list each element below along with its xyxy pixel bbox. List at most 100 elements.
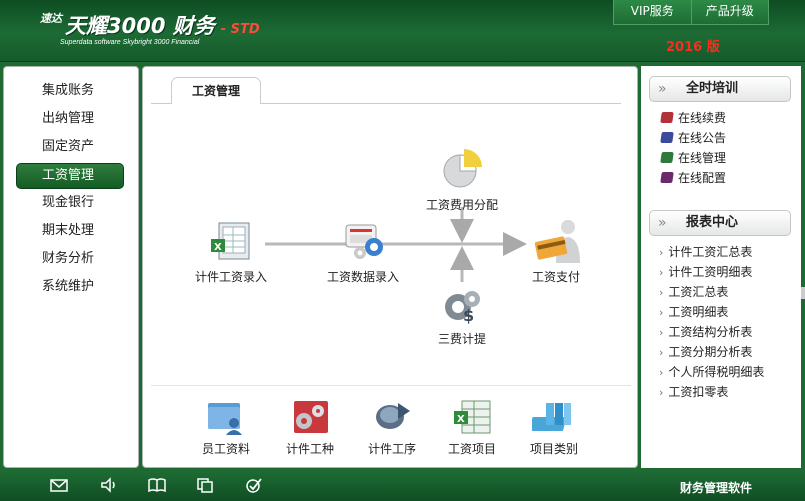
- copy-icon[interactable]: [196, 477, 214, 493]
- online-management-label: 在线管理: [678, 151, 727, 165]
- app-header: 速达 天耀3000 财务 - STD Superdata software Skyb…: [0, 0, 805, 62]
- blue-book-icon: [660, 132, 674, 143]
- online-renewal-link[interactable]: 在线续费: [660, 108, 801, 128]
- process-cylinder-icon: [376, 403, 410, 429]
- chevron-right-icon: ›: [659, 326, 664, 339]
- chevron-right-icon: ›: [659, 306, 664, 319]
- footer-product-label: 财务管理软件: [680, 481, 753, 495]
- wage-data-entry-node[interactable]: 工资数据录入: [315, 219, 411, 285]
- chevron-right-icon: ›: [659, 286, 664, 299]
- module-sidebar: 集成账务 出纳管理 固定资产 工资管理 现金银行 期末处理 财务分析 系统维护: [3, 66, 139, 468]
- item-category-label: 项目类别: [529, 442, 578, 456]
- online-notice-link[interactable]: 在线公告: [660, 128, 801, 148]
- sidebar-item-cashier[interactable]: 出纳管理: [16, 107, 124, 133]
- piece-wage-entry-label: 计件工资录入: [194, 270, 267, 284]
- vip-service-button[interactable]: VIP服务: [614, 0, 691, 24]
- purple-book-icon: [660, 172, 674, 183]
- svg-text:X: X: [214, 242, 222, 253]
- reports-section-header[interactable]: » 报表中心: [649, 210, 791, 236]
- svg-text:X: X: [457, 414, 465, 425]
- training-section-title: 全时培训: [686, 81, 739, 96]
- training-section-header[interactable]: » 全时培训: [649, 76, 791, 102]
- training-list: 在线续费 在线公告 在线管理 在线配置: [641, 102, 801, 188]
- gears-icon: [294, 401, 328, 433]
- logo-subtitle: Superdata software Skybright 3000 Financ…: [60, 39, 200, 46]
- online-renewal-label: 在线续费: [678, 111, 727, 125]
- sidebar-item-financial-analysis[interactable]: 财务分析: [16, 247, 124, 273]
- wage-item-button[interactable]: X 工资项目: [439, 397, 505, 457]
- piece-wage-entry-node[interactable]: X 计件工资录入: [187, 219, 275, 285]
- double-chevron-icon: »: [658, 81, 667, 97]
- report-link[interactable]: › 工资扣零表: [659, 382, 801, 402]
- pie-chart-icon: [443, 149, 482, 188]
- data-entry-gear-icon: [345, 224, 383, 259]
- wage-payment-label: 工资支付: [531, 270, 580, 284]
- piece-work-process-label: 计件工序: [367, 442, 416, 456]
- online-notice-label: 在线公告: [678, 131, 727, 145]
- mail-icon[interactable]: [50, 477, 68, 493]
- report-link[interactable]: › 个人所得税明细表: [659, 362, 801, 382]
- employee-info-label: 员工资料: [201, 442, 250, 456]
- bottom-separator: [151, 385, 631, 386]
- report-label: 个人所得税明细表: [668, 365, 765, 379]
- report-label: 工资明细表: [668, 305, 729, 319]
- chevron-right-icon: ›: [659, 266, 664, 279]
- report-label: 工资汇总表: [668, 285, 729, 299]
- piece-work-type-label: 计件工种: [285, 442, 334, 456]
- logo-brand-small: 速达: [40, 12, 62, 25]
- app-logo: 速达 天耀3000 财务 - STD: [40, 10, 260, 40]
- right-panel: » 全时培训 在线续费 在线公告 在线管理 在线配置 » 报表中心 › 计件工资汇…: [641, 66, 801, 468]
- three-fee-accrual-node[interactable]: $ 三费计提: [427, 285, 497, 347]
- sidebar-item-fixed-assets[interactable]: 固定资产: [16, 135, 124, 161]
- report-label: 工资扣零表: [668, 385, 729, 399]
- chevron-right-icon: ›: [659, 366, 664, 379]
- piece-work-type-button[interactable]: 计件工种: [277, 397, 343, 457]
- book-icon[interactable]: [148, 477, 166, 493]
- product-upgrade-button[interactable]: 产品升级: [690, 0, 769, 24]
- three-fee-accrual-label: 三费计提: [437, 332, 486, 346]
- sidebar-item-period-end[interactable]: 期末处理: [16, 219, 124, 245]
- double-chevron-icon: »: [658, 215, 667, 231]
- employee-folder-icon: [208, 403, 242, 435]
- status-footer: 财务管理软件: [0, 471, 805, 501]
- reports-section-title: 报表中心: [686, 215, 739, 230]
- chevron-right-icon: ›: [659, 346, 664, 359]
- item-category-button[interactable]: 项目类别: [521, 397, 587, 457]
- employee-info-button[interactable]: 员工资料: [193, 397, 259, 457]
- chevron-right-icon: ›: [659, 386, 664, 399]
- report-link[interactable]: › 工资结构分析表: [659, 322, 801, 342]
- sidebar-item-cash-bank[interactable]: 现金银行: [16, 191, 124, 217]
- wage-cost-allocation-node[interactable]: 工资费用分配: [417, 147, 507, 213]
- speaker-icon[interactable]: [100, 477, 118, 493]
- report-link[interactable]: › 工资分期分析表: [659, 342, 801, 362]
- svg-text:$: $: [463, 306, 474, 325]
- gear-dollar-icon: $: [445, 291, 480, 325]
- report-link[interactable]: › 计件工资汇总表: [659, 242, 801, 262]
- wage-payment-node[interactable]: 工资支付: [521, 217, 591, 285]
- check-icon[interactable]: [245, 477, 263, 493]
- piece-work-process-button[interactable]: 计件工序: [359, 397, 425, 457]
- report-label: 工资结构分析表: [668, 325, 753, 339]
- chevron-right-icon: ›: [659, 246, 664, 259]
- report-label: 工资分期分析表: [668, 345, 753, 359]
- report-list: › 计件工资汇总表 › 计件工资明细表 › 工资汇总表 › 工资明细表 › 工资结构分析表…: [641, 236, 801, 402]
- report-link[interactable]: › 计件工资明细表: [659, 262, 801, 282]
- payroll-workflow-panel: 工资管理 X 计件工资录入 工资数据录入 工资费用分配 $ 三费计提 工资支付 …: [142, 66, 638, 468]
- sidebar-item-integrated-accounting[interactable]: 集成账务: [16, 79, 124, 105]
- online-config-link[interactable]: 在线配置: [660, 168, 801, 188]
- green-book-icon: [660, 152, 674, 163]
- card-payment-icon: [534, 220, 580, 263]
- sidebar-item-payroll[interactable]: 工资管理: [16, 163, 124, 189]
- scrollbar[interactable]: [801, 287, 805, 299]
- report-link[interactable]: › 工资汇总表: [659, 282, 801, 302]
- category-books-icon: [528, 403, 571, 431]
- sidebar-item-system-maintenance[interactable]: 系统维护: [16, 275, 124, 301]
- report-link[interactable]: › 工资明细表: [659, 302, 801, 322]
- logo-edition: - STD: [220, 22, 260, 37]
- online-management-link[interactable]: 在线管理: [660, 148, 801, 168]
- report-label: 计件工资汇总表: [668, 245, 753, 259]
- wage-data-entry-label: 工资数据录入: [326, 270, 399, 284]
- version-label: 2016 版: [666, 40, 720, 55]
- logo-product-name: 天耀3000 财务: [65, 14, 215, 38]
- spreadsheet-icon: X: [454, 400, 491, 434]
